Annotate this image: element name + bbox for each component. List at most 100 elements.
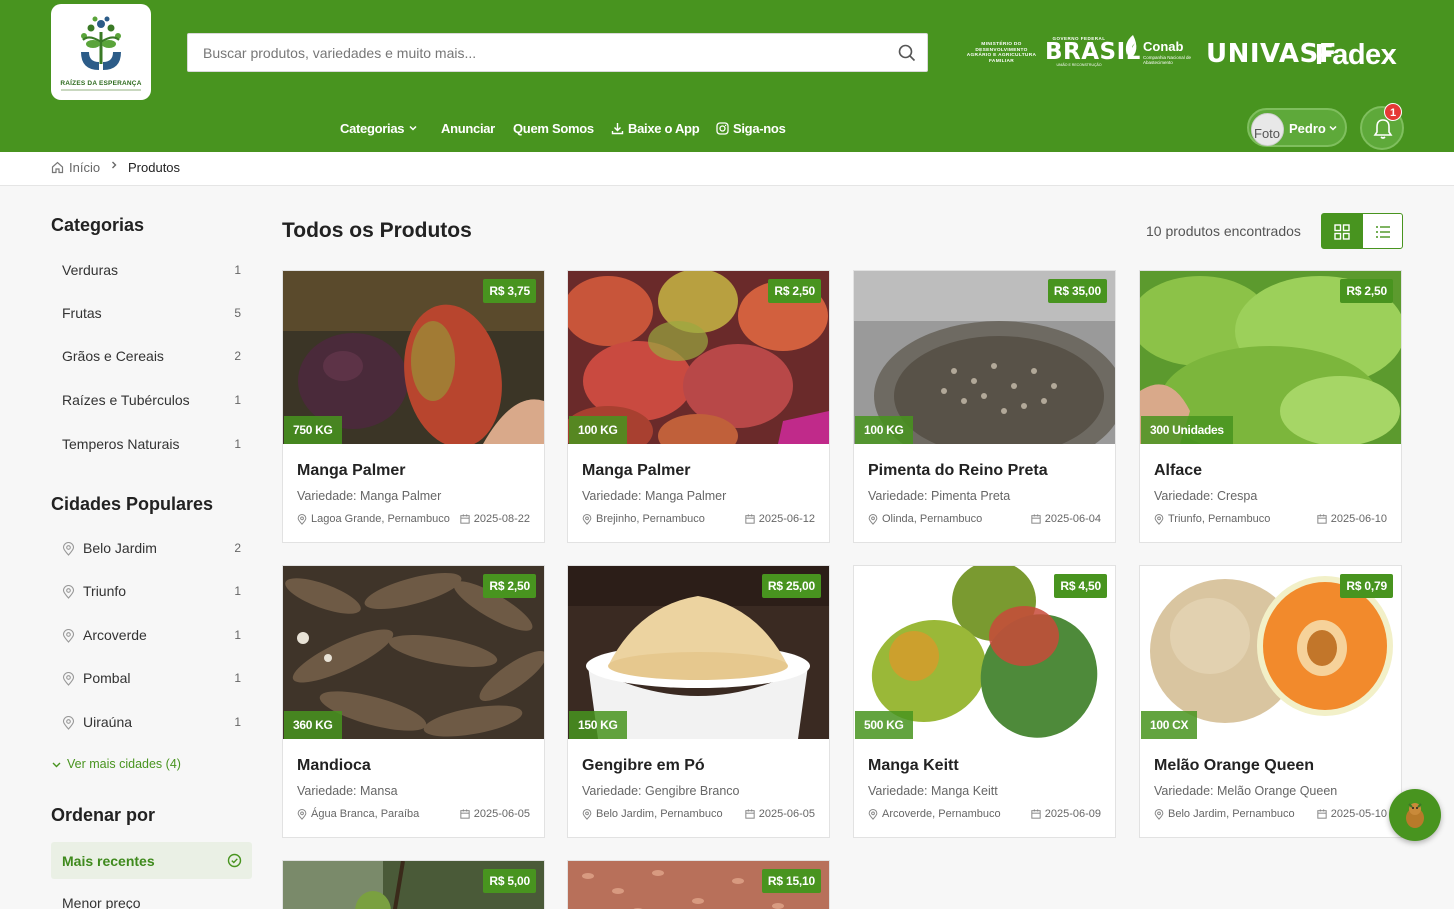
grid-view-button[interactable]	[1321, 213, 1362, 249]
product-image: R$ 2,50 360 KG	[283, 566, 544, 739]
product-card[interactable]: R$ 15,10	[567, 860, 830, 909]
product-card[interactable]: R$ 4,50 500 KG Manga Keitt Variedade: Ma…	[853, 565, 1116, 838]
search-icon[interactable]	[897, 43, 917, 63]
category-item-raizes[interactable]: Raízes e Tubérculos 1	[51, 383, 251, 419]
city-label: Uiraúna	[83, 714, 133, 730]
product-date: 2025-05-10	[1317, 808, 1387, 820]
assistant-fab-button[interactable]	[1389, 789, 1441, 841]
category-item-temperos[interactable]: Temperos Naturais 1	[51, 427, 251, 463]
product-location: Arcoverde, Pernambuco	[868, 808, 1001, 820]
location-pin-icon	[62, 716, 75, 730]
quantity-badge: 100 KG	[855, 416, 913, 444]
city-item-belo-jardim[interactable]: Belo Jardim 2	[51, 531, 251, 567]
location-pin-icon	[1154, 513, 1164, 525]
product-card[interactable]: R$ 25,00 150 KG Gengibre em Pó Variedade…	[567, 565, 830, 838]
price-badge: R$ 25,00	[761, 574, 821, 598]
chevron-down-icon	[409, 125, 417, 131]
product-card[interactable]: R$ 35,00 100 KG Pimenta do Reino Preta V…	[853, 270, 1116, 543]
home-icon	[51, 161, 64, 174]
city-item-triunfo[interactable]: Triunfo 1	[51, 574, 251, 610]
category-count: 1	[234, 393, 241, 407]
conab-name: Conab	[1143, 39, 1184, 54]
category-count: 1	[234, 437, 241, 451]
search-input[interactable]	[188, 34, 888, 71]
nav-quem-somos[interactable]: Quem Somos	[513, 118, 594, 138]
nav-baixe-app[interactable]: Baixe o App	[611, 118, 700, 138]
quantity-badge: 300 Unidades	[1141, 416, 1233, 444]
product-name: Mandioca	[297, 757, 371, 774]
product-variety: Variedade: Manga Keitt	[868, 784, 998, 798]
nav-categorias[interactable]: Categorias	[340, 118, 418, 138]
breadcrumb-home[interactable]: Início	[51, 160, 100, 175]
bell-icon	[1373, 119, 1393, 139]
city-label: Arcoverde	[83, 627, 147, 643]
breadcrumb-home-label: Início	[69, 160, 101, 175]
category-count: 5	[234, 306, 241, 320]
product-name: Manga Palmer	[297, 462, 406, 479]
price-badge: R$ 2,50	[1340, 279, 1393, 303]
product-variety: Variedade: Manga Palmer	[297, 489, 442, 503]
location-pin-icon	[297, 513, 307, 525]
governo-brasil-logo: GOVERNO FEDERAL BRASIL UNIÃO E RECONSTRU…	[1045, 36, 1141, 67]
city-count: 1	[234, 715, 241, 729]
city-count: 2	[234, 541, 241, 555]
city-item-uirauna[interactable]: Uiraúna 1	[51, 705, 251, 741]
product-card[interactable]: R$ 2,50 100 KG Manga Palmer Variedade: M…	[567, 270, 830, 543]
product-location-text: Olinda, Pernambuco	[882, 513, 983, 525]
user-menu-button[interactable]: Foto Pedro	[1247, 108, 1347, 147]
product-location-text: Água Branca, Paraíba	[311, 808, 420, 820]
city-item-pombal[interactable]: Pombal 1	[51, 661, 251, 697]
product-date: 2025-06-05	[460, 808, 530, 820]
location-pin-icon	[62, 585, 75, 599]
product-date-text: 2025-08-22	[473, 513, 530, 525]
cities-title: Cidades Populares	[51, 494, 214, 514]
product-card[interactable]: R$ 0,79 100 CX Melão Orange Queen Varied…	[1139, 565, 1402, 838]
quantity-badge: 150 KG	[569, 711, 627, 739]
city-count: 1	[234, 584, 241, 598]
product-location: Belo Jardim, Pernambuco	[1154, 808, 1295, 820]
city-label: Belo Jardim	[83, 540, 157, 556]
quantity-badge: 360 KG	[284, 711, 342, 739]
product-date: 2025-06-12	[745, 513, 815, 525]
price-badge: R$ 35,00	[1047, 279, 1107, 303]
quantity-badge: 750 KG	[284, 416, 342, 444]
sort-option-lowest-price[interactable]: Menor preço	[62, 895, 141, 909]
list-view-button[interactable]	[1362, 213, 1403, 249]
product-name: Gengibre em Pó	[582, 757, 705, 774]
brasil-text: BRASIL	[1045, 39, 1141, 65]
product-name: Manga Palmer	[582, 462, 691, 479]
product-card[interactable]: R$ 2,50 300 Unidades Alface Variedade: C…	[1139, 270, 1402, 543]
product-variety: Variedade: Gengibre Branco	[582, 784, 740, 798]
product-date: 2025-08-22	[460, 513, 530, 525]
calendar-icon	[1031, 809, 1041, 819]
product-name: Alface	[1154, 462, 1203, 479]
price-badge: R$ 0,79	[1340, 574, 1393, 598]
category-label: Raízes e Tubérculos	[62, 392, 190, 408]
product-date-text: 2025-06-12	[758, 513, 815, 525]
grid-icon	[1334, 224, 1350, 240]
city-item-arcoverde[interactable]: Arcoverde 1	[51, 618, 251, 654]
location-pin-icon	[62, 629, 75, 643]
tree-hands-logo-icon	[81, 16, 121, 70]
product-card[interactable]: R$ 5,00	[282, 860, 545, 909]
product-location-text: Belo Jardim, Pernambuco	[1168, 808, 1295, 820]
more-cities-link[interactable]: Ver mais cidades (4)	[51, 757, 181, 771]
sort-option-recent[interactable]: Mais recentes	[51, 842, 252, 879]
breadcrumb	[0, 152, 1454, 186]
download-icon	[611, 122, 624, 134]
product-date: 2025-06-10	[1317, 513, 1387, 525]
category-item-frutas[interactable]: Frutas 5	[51, 296, 251, 332]
brand-name: RAÍZES DA ESPERANÇA	[60, 80, 142, 87]
product-date-text: 2025-06-05	[473, 808, 530, 820]
category-item-graos[interactable]: Grãos e Cereais 2	[51, 339, 251, 375]
nav-anunciar[interactable]: Anunciar	[441, 118, 495, 138]
product-card[interactable]: R$ 3,75 750 KG Manga Palmer Variedade: M…	[282, 270, 545, 543]
product-card[interactable]: R$ 2,50 360 KG Mandioca Variedade: Mansa…	[282, 565, 545, 838]
product-image: R$ 2,50 300 Unidades	[1140, 271, 1401, 444]
location-pin-icon	[1154, 808, 1164, 820]
notification-count-badge: 1	[1384, 103, 1402, 121]
product-name: Pimenta do Reino Preta	[868, 462, 1048, 479]
nav-siga-nos[interactable]: Siga-nos	[716, 118, 786, 138]
category-item-verduras[interactable]: Verduras 1	[51, 253, 251, 289]
brand-logo[interactable]: RAÍZES DA ESPERANÇA	[51, 4, 151, 100]
